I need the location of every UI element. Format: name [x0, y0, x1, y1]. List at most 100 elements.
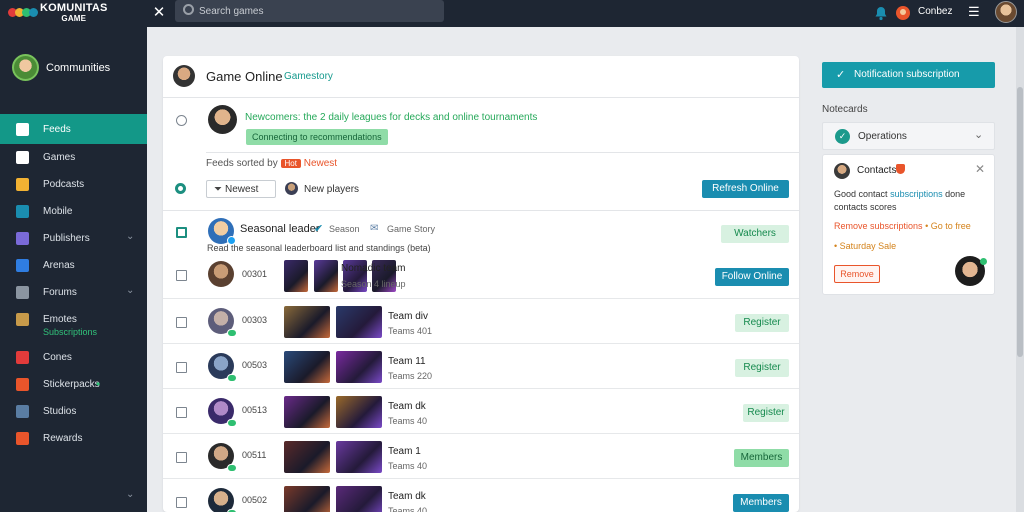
- hot-badge[interactable]: Hot: [280, 159, 301, 168]
- game-thumbnail[interactable]: [314, 260, 338, 292]
- game-thumbnail[interactable]: [284, 396, 330, 428]
- row-checkbox[interactable]: [176, 270, 187, 281]
- notification-icon[interactable]: [872, 4, 890, 22]
- avatar[interactable]: [208, 488, 237, 512]
- post-title[interactable]: Newcomers: the 2 daily leagues for decks…: [245, 112, 537, 123]
- sidebar-item-rewards[interactable]: Rewards: [0, 425, 147, 452]
- row-action-button[interactable]: Members: [734, 449, 789, 467]
- row-title[interactable]: Team dk: [388, 491, 426, 502]
- row-checkbox[interactable]: [176, 497, 187, 508]
- row-checkbox[interactable]: [176, 452, 187, 463]
- sidebar-item-arenas[interactable]: Arenas: [0, 252, 147, 279]
- avatar[interactable]: [208, 443, 237, 472]
- emote-icon: [16, 313, 29, 326]
- search-input[interactable]: [199, 3, 434, 19]
- sidebar-item-studios[interactable]: Studios: [0, 398, 147, 425]
- avatar[interactable]: [173, 65, 195, 87]
- row-checkbox[interactable]: [176, 407, 187, 418]
- game-thumbnail[interactable]: [336, 396, 382, 428]
- user-name[interactable]: Conbez: [918, 6, 952, 17]
- row-checkbox[interactable]: [176, 317, 187, 328]
- operations-select[interactable]: ✓ Operations ⌄: [822, 122, 995, 150]
- row-title[interactable]: Team 1: [388, 446, 421, 457]
- sidebar-item-emotes[interactable]: Emotes Subscriptions: [0, 306, 147, 344]
- filter-button[interactable]: ⏷ Newest: [206, 180, 276, 198]
- logo-icon[interactable]: [8, 6, 40, 20]
- scrollbar[interactable]: [1016, 27, 1024, 512]
- logo-text[interactable]: KOMUNITAS GAME: [40, 3, 108, 24]
- row-action-button[interactable]: Register: [743, 404, 789, 422]
- publisher-icon: [16, 232, 29, 245]
- watchers-button[interactable]: Watchers: [721, 225, 789, 243]
- page-subtitle-link[interactable]: Gamestory: [284, 71, 333, 82]
- post-tag[interactable]: Connecting to recommendations: [246, 129, 388, 145]
- sidebar-item-games[interactable]: Games: [0, 144, 147, 171]
- row-action-button[interactable]: Follow Online: [715, 268, 789, 286]
- game-thumbnail[interactable]: [284, 306, 330, 338]
- chat-icon[interactable]: ✉: [370, 223, 378, 234]
- avatar[interactable]: [208, 261, 234, 287]
- game-thumbnail[interactable]: [284, 260, 308, 292]
- game-thumbnail[interactable]: [284, 441, 330, 473]
- sidebar-profile[interactable]: Communities: [12, 54, 142, 84]
- menu-icon[interactable]: ☰: [968, 4, 980, 20]
- game-thumbnail[interactable]: [336, 441, 382, 473]
- post-radio[interactable]: [176, 115, 187, 126]
- gamepad-icon: [16, 151, 29, 164]
- scrollbar-thumb[interactable]: [1017, 87, 1023, 357]
- avatar[interactable]: [955, 256, 987, 286]
- row-title[interactable]: Team 11: [388, 356, 426, 367]
- home-icon: [16, 123, 29, 136]
- chevron-down-icon[interactable]: ⌄: [126, 285, 134, 296]
- sidebar-item-stickerpacks[interactable]: Stickerpacks •: [0, 371, 147, 398]
- sidebar-item-label: Studios: [43, 406, 77, 417]
- thread-name[interactable]: Seasonal leader: [240, 223, 320, 235]
- sidebar-item-forums[interactable]: Forums ⌄: [0, 279, 147, 306]
- close-icon[interactable]: ✕: [150, 3, 168, 23]
- table-row: 00503 Team 11 Teams 220 Register: [163, 344, 799, 389]
- sidebar-item-mobile[interactable]: Mobile: [0, 198, 147, 225]
- avatar[interactable]: [208, 105, 237, 134]
- sidebar-item-label: Rewards: [43, 433, 83, 444]
- refresh-button[interactable]: Refresh Online: [702, 180, 789, 198]
- thread-checkbox[interactable]: [176, 227, 187, 238]
- row-action-button[interactable]: Register: [735, 359, 789, 377]
- notification-subscribe-button[interactable]: ✓ Notification subscription: [822, 62, 995, 88]
- newest-link[interactable]: Newest: [304, 158, 337, 169]
- close-icon[interactable]: ✕: [975, 162, 985, 176]
- row-title[interactable]: Nomadic team: [341, 263, 405, 274]
- row-subtitle: Teams 401: [388, 326, 433, 336]
- sidebar-item-cones[interactable]: Cones: [0, 344, 147, 371]
- sidebar-item-label: Stickerpacks: [43, 379, 100, 390]
- avatar-icon[interactable]: [894, 4, 912, 22]
- online-dot: [227, 329, 237, 337]
- card-link[interactable]: • Saturday Sale: [834, 241, 896, 251]
- sort-meta: Feeds sorted by Hot Newest: [206, 158, 338, 169]
- game-thumbnail[interactable]: [284, 486, 330, 512]
- avatar[interactable]: [208, 308, 237, 337]
- game-thumbnail[interactable]: [336, 486, 382, 512]
- game-thumbnail[interactable]: [336, 306, 382, 338]
- row-title[interactable]: Team div: [388, 311, 428, 322]
- card-link[interactable]: Remove subscriptions • Go to free: [834, 221, 971, 231]
- forum-icon: [16, 286, 29, 299]
- thread-header: Seasonal leader ✔ Season ✉ Game Story Re…: [163, 211, 799, 253]
- sidebar-item-feeds[interactable]: Feeds: [0, 114, 147, 144]
- remove-button[interactable]: Remove: [834, 265, 880, 283]
- filter-radio[interactable]: [175, 183, 186, 194]
- avatar[interactable]: [208, 398, 237, 427]
- row-title[interactable]: Team dk: [388, 401, 426, 412]
- avatar[interactable]: [208, 353, 237, 382]
- row-checkbox[interactable]: [176, 362, 187, 373]
- search-box[interactable]: [175, 0, 444, 22]
- chevron-down-icon[interactable]: ⌄: [126, 489, 134, 500]
- chevron-down-icon[interactable]: ⌄: [126, 231, 134, 242]
- profile-avatar[interactable]: [995, 1, 1017, 23]
- game-thumbnail[interactable]: [336, 351, 382, 383]
- row-action-button[interactable]: Register: [735, 314, 789, 332]
- sidebar-item-podcasts[interactable]: Podcasts: [0, 171, 147, 198]
- avatar[interactable]: [208, 218, 236, 245]
- row-action-button[interactable]: Members: [733, 494, 789, 512]
- sidebar-item-publishers[interactable]: Publishers ⌄: [0, 225, 147, 252]
- game-thumbnail[interactable]: [284, 351, 330, 383]
